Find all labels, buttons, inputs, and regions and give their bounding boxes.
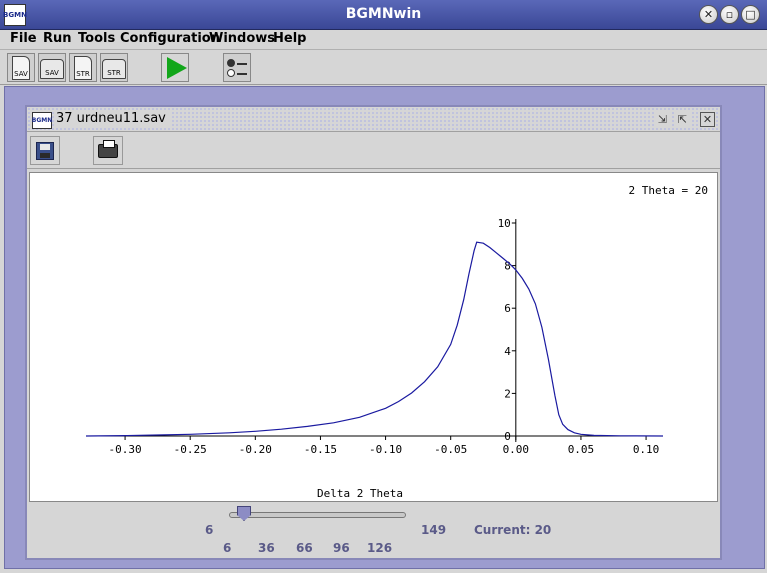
x-tick-label: 0.05 [568, 443, 595, 456]
menu-help[interactable]: Help [273, 31, 306, 46]
app-window: BGMN BGMNwin ✕ ▫ □ File Run Tools Config… [0, 0, 767, 573]
options-button[interactable] [223, 53, 251, 82]
save-sav-button[interactable]: SAV [7, 53, 35, 82]
x-tick-label: -0.15 [304, 443, 337, 456]
slider-track[interactable] [229, 512, 406, 518]
maximize-icon: □ [745, 8, 756, 21]
print-button[interactable] [93, 136, 123, 165]
x-tick-label: -0.20 [239, 443, 272, 456]
minimize-window-button[interactable]: ▫ [720, 5, 739, 24]
sav-folder-icon: SAV [40, 59, 64, 79]
iconify-button[interactable]: ⇲ [655, 112, 670, 127]
plot-window-title: 37 urdneu11.sav [56, 111, 170, 126]
x-tick-label: -0.05 [434, 443, 467, 456]
close-icon: ✕ [703, 8, 714, 21]
iconify-icon: ⇲ [657, 113, 668, 126]
slider-current-label: Current: 20 [474, 523, 552, 537]
main-toolbar: SAV SAV STR STR [0, 51, 767, 85]
x-tick-label: -0.30 [109, 443, 142, 456]
line-chart: 2 Theta = 20 Delta 2 Theta -0.30 -0.25 -0.… [85, 184, 708, 500]
y-tick-label: 10 [498, 217, 511, 230]
save-plot-button[interactable] [30, 136, 60, 165]
str-folder-icon: STR [102, 59, 126, 79]
title-bar[interactable]: BGMN BGMNwin ✕ ▫ □ [0, 0, 767, 30]
slider-thumb[interactable] [237, 506, 251, 521]
x-tick-label: 0.00 [503, 443, 530, 456]
theta-annotation: 2 Theta = 20 [629, 184, 708, 197]
radio-options-icon [225, 56, 249, 80]
run-button[interactable] [161, 53, 189, 82]
frame-app-icon: BGMN [32, 112, 52, 129]
floppy-disk-icon [36, 141, 54, 160]
x-tick-label: -0.25 [174, 443, 207, 456]
slider-panel: 6 149 Current: 20 6 36 66 96 126 [27, 504, 720, 558]
y-tick-label: 2 [504, 387, 511, 400]
maximize-window-button[interactable]: □ [741, 5, 760, 24]
maximize-frame-button[interactable]: ⇱ [675, 112, 690, 127]
x-tick-label: -0.10 [369, 443, 402, 456]
str-document-icon: STR [74, 56, 92, 80]
plot-window: BGMN 37 urdneu11.sav ⇲ ⇱ ✕ 2 Theta = 20 … [25, 105, 722, 560]
slider-min-label: 6 [205, 523, 214, 537]
menu-configuration[interactable]: Configuration [120, 31, 220, 46]
printer-icon [98, 139, 118, 158]
menu-windows[interactable]: Windows [209, 31, 275, 46]
expand-icon: ⇱ [677, 113, 688, 126]
slider-tick-126: 126 [367, 541, 393, 555]
plot-toolbar [27, 133, 720, 169]
slider-tick-96: 96 [333, 541, 350, 555]
sav-document-icon: SAV [12, 56, 30, 80]
window-title: BGMNwin [345, 6, 422, 22]
slider-max-label: 149 [421, 523, 447, 537]
slider-tick-6: 6 [223, 541, 232, 555]
plot-window-title-bar[interactable]: BGMN 37 urdneu11.sav ⇲ ⇱ ✕ [27, 107, 720, 132]
menu-file[interactable]: File [10, 31, 37, 46]
play-icon [167, 56, 187, 79]
y-tick-label: 6 [504, 302, 511, 315]
menu-run[interactable]: Run [43, 31, 72, 46]
slider-tick-36: 36 [258, 541, 275, 555]
minimize-icon: ▫ [725, 8, 734, 21]
open-str-button[interactable]: STR [100, 53, 128, 82]
series-line [85, 241, 664, 437]
y-tick-label: 0 [504, 430, 511, 443]
plot-area: 2 Theta = 20 Delta 2 Theta -0.30 -0.25 -0.… [29, 172, 718, 502]
x-axis-label: Delta 2 Theta [317, 487, 403, 500]
close-frame-button[interactable]: ✕ [700, 112, 715, 127]
close-window-button[interactable]: ✕ [699, 5, 718, 24]
y-tick-label: 4 [504, 345, 511, 358]
menu-tools[interactable]: Tools [78, 31, 115, 46]
slider-ticks [231, 523, 406, 528]
save-str-button[interactable]: STR [69, 53, 97, 82]
menu-bar: File Run Tools Configuration Windows Hel… [0, 30, 767, 50]
x-tick-label: 0.10 [633, 443, 660, 456]
slider-tick-66: 66 [296, 541, 313, 555]
open-sav-button[interactable]: SAV [38, 53, 66, 82]
close-icon: ✕ [702, 113, 713, 126]
